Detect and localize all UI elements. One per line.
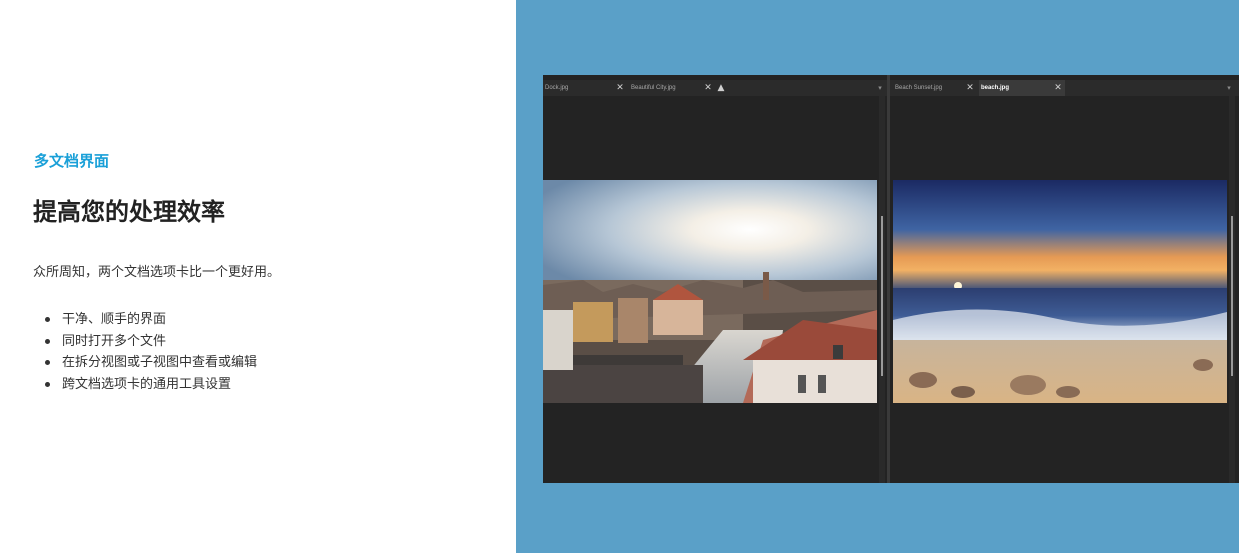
city-rooftops-image [543,180,877,403]
tab-label: Dock.jpg [545,85,569,91]
feature-item: 跨文档选项卡的通用工具设置 [45,374,257,396]
close-icon[interactable]: ✕ [615,80,625,96]
feature-text-column: 多文档界面 提高您的处理效率 众所周知，两个文档选项卡比一个更好用。 干净、顺手… [0,0,516,553]
tab-label: beach.jpg [981,85,1010,91]
tab-label: Beach Sunset.jpg [895,85,943,91]
feature-item: 同时打开多个文件 [45,331,257,353]
tab-label: Beautiful City.jpg [631,85,676,91]
beach-photo [893,180,1227,403]
right-vertical-scrollbar[interactable] [1229,96,1235,483]
left-document-pane: Dock.jpg ✕ Beautiful City.jpg ✕ ▲ ▾ [543,75,887,483]
left-vertical-scrollbar[interactable] [879,96,885,483]
city-photo [543,180,877,403]
tab-menu-chevron-icon[interactable]: ▾ [875,80,885,96]
close-icon[interactable]: ✕ [1053,80,1063,96]
feature-list: 干净、顺手的界面 同时打开多个文件 在拆分视图或子视图中查看或编辑 跨文档选项卡… [45,309,257,395]
feature-item: 干净、顺手的界面 [45,309,257,331]
section-headline: 提高您的处理效率 [33,198,225,226]
close-icon[interactable]: ✕ [703,80,713,96]
tab-beautiful-city[interactable]: Beautiful City.jpg [629,80,713,96]
section-intro: 众所周知，两个文档选项卡比一个更好用。 [33,265,281,280]
section-eyebrow: 多文档界面 [34,152,110,170]
close-icon[interactable]: ✕ [965,80,975,96]
right-document-pane: Beach Sunset.jpg ✕ beach.jpg ✕ ▾ [890,75,1239,483]
tab-menu-chevron-icon[interactable]: ▾ [1224,80,1234,96]
scroll-thumb[interactable] [881,216,883,376]
scroll-thumb[interactable] [1231,216,1233,376]
app-window: Dock.jpg ✕ Beautiful City.jpg ✕ ▲ ▾ Beac… [543,75,1239,483]
beach-sunset-image [893,180,1227,403]
add-tab-icon[interactable]: ▲ [715,80,727,96]
left-tab-bar: Dock.jpg ✕ Beautiful City.jpg ✕ ▲ ▾ [543,80,887,96]
right-tab-bar: Beach Sunset.jpg ✕ beach.jpg ✕ ▾ [890,80,1239,96]
feature-item: 在拆分视图或子视图中查看或编辑 [45,352,257,374]
